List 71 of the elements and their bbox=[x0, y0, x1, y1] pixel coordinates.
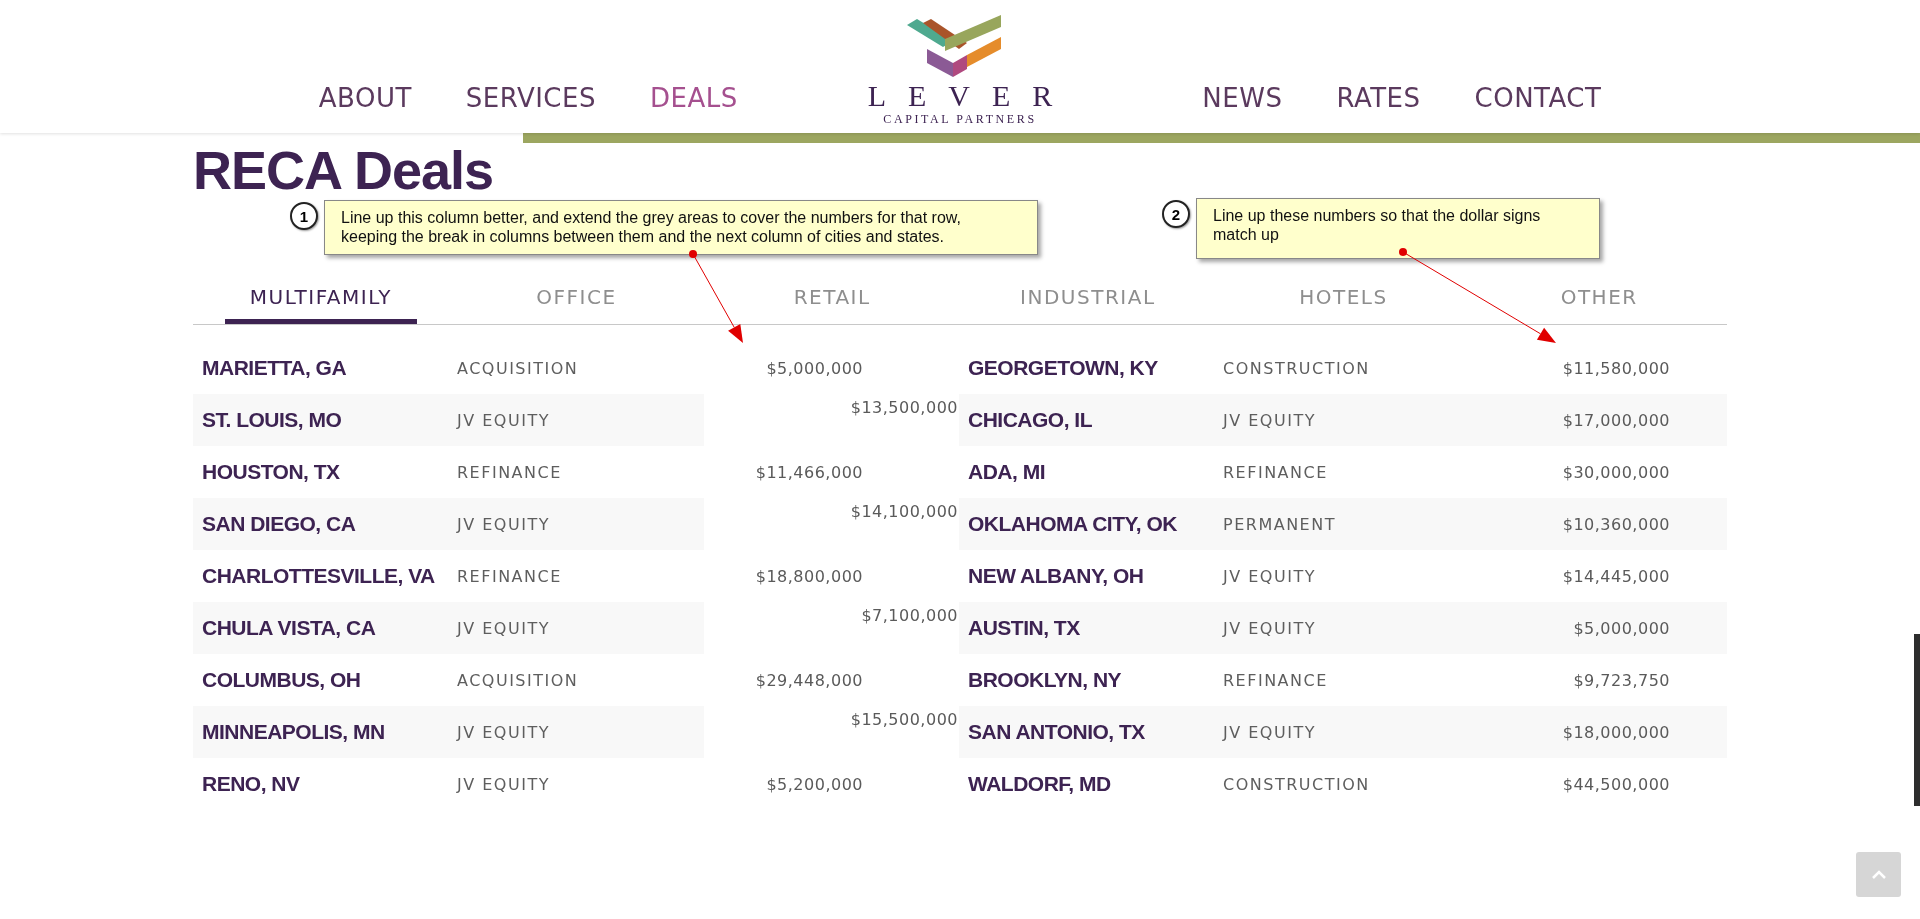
deal-type: JV EQUITY bbox=[455, 722, 551, 742]
deal-amount: $18,800,000 bbox=[755, 566, 863, 586]
deal-type: REFINANCE bbox=[456, 566, 563, 586]
deal-type: JV EQUITY bbox=[1221, 566, 1317, 586]
nav-link[interactable]: CONTACT bbox=[1474, 83, 1602, 113]
city-name: COLUMBUS, OH bbox=[201, 668, 362, 692]
deal-type: JV EQUITY bbox=[455, 618, 551, 638]
city-name: AUSTIN, TX bbox=[967, 616, 1081, 640]
deal-amount: $7,100,000 bbox=[861, 606, 958, 625]
deal-amount: $29,448,000 bbox=[755, 670, 863, 690]
nav-link[interactable]: RATES bbox=[1336, 83, 1421, 113]
city-name: MINNEAPOLIS, MN bbox=[201, 720, 386, 744]
city-name: MARIETTA, GA bbox=[201, 356, 348, 380]
annotation-number: 2 bbox=[1162, 200, 1190, 228]
deal-amount: $5,000,000 bbox=[766, 358, 863, 378]
city-name: SAN DIEGO, CA bbox=[201, 512, 357, 536]
nav-link[interactable]: SERVICES bbox=[465, 83, 596, 113]
deal-type: PERMANENT bbox=[1222, 514, 1337, 534]
deal-amount: $14,445,000 bbox=[1561, 566, 1671, 586]
scrollbar-thumb[interactable] bbox=[1914, 634, 1920, 806]
city-name: CHICAGO, IL bbox=[967, 408, 1093, 432]
logo-tagline: CAPITAL PARTNERS bbox=[883, 111, 1037, 127]
city-name: RENO, NV bbox=[201, 772, 301, 796]
city-name: ADA, MI bbox=[967, 460, 1046, 484]
deal-type: CONSTRUCTION bbox=[1222, 774, 1371, 794]
nav-link[interactable]: NEWS bbox=[1202, 83, 1283, 113]
deal-amount: $44,500,000 bbox=[1561, 774, 1671, 794]
deal-type: JV EQUITY bbox=[455, 774, 551, 794]
deal-amount: $15,500,000 bbox=[850, 710, 958, 729]
deal-amount: $10,360,000 bbox=[1561, 514, 1671, 534]
deal-amount: $9,723,750 bbox=[1572, 670, 1671, 690]
annotation-number: 1 bbox=[290, 202, 318, 230]
deal-type: REFINANCE bbox=[456, 462, 563, 482]
deal-type: REFINANCE bbox=[1222, 670, 1329, 690]
city-name: ST. LOUIS, MO bbox=[201, 408, 343, 432]
deal-type: REFINANCE bbox=[1222, 462, 1329, 482]
category-tab[interactable]: MULTIFAMILY bbox=[224, 277, 417, 324]
deal-type: JV EQUITY bbox=[455, 410, 551, 430]
city-name: HOUSTON, TX bbox=[201, 460, 341, 484]
city-name: WALDORF, MD bbox=[967, 772, 1112, 796]
city-name: OKLAHOMA CITY, OK bbox=[967, 512, 1178, 536]
annotation-note: Line up these numbers so that the dollar signs match up bbox=[1196, 198, 1600, 259]
city-name: GEORGETOWN, KY bbox=[967, 356, 1159, 380]
deal-type: JV EQUITY bbox=[1221, 618, 1317, 638]
deal-amount: $14,100,000 bbox=[850, 502, 958, 521]
city-name: NEW ALBANY, OH bbox=[967, 564, 1145, 588]
deal-type: JV EQUITY bbox=[1221, 410, 1317, 430]
deal-amount: $5,000,000 bbox=[1572, 618, 1671, 638]
page-heading: RECA Deals bbox=[193, 140, 494, 200]
deal-amount: $17,000,000 bbox=[1561, 410, 1671, 430]
city-name: CHARLOTTESVILLE, VA bbox=[201, 564, 436, 588]
deal-type: CONSTRUCTION bbox=[1222, 358, 1371, 378]
deal-type: ACQUISITION bbox=[456, 670, 580, 690]
nav-link[interactable]: DEALS bbox=[649, 83, 738, 113]
deal-type: JV EQUITY bbox=[455, 514, 551, 534]
city-name: CHULA VISTA, CA bbox=[201, 616, 377, 640]
deal-amount: $5,200,000 bbox=[766, 774, 863, 794]
city-name: SAN ANTONIO, TX bbox=[967, 720, 1146, 744]
deal-type: JV EQUITY bbox=[1221, 722, 1317, 742]
logo-wordmark: LEVER bbox=[867, 81, 1075, 111]
scroll-top-button[interactable] bbox=[1856, 852, 1901, 897]
deal-amount: $11,580,000 bbox=[1561, 358, 1671, 378]
deal-amount: $13,500,000 bbox=[850, 398, 958, 417]
annotation-note: Line up this column better, and extend the grey areas to cover the numbers for that row, keeping the break in columns between them and the next column of cities and states. bbox=[324, 200, 1038, 255]
nav-link[interactable]: ABOUT bbox=[318, 83, 412, 113]
chevron-up-icon bbox=[1870, 869, 1887, 880]
deal-amount: $18,000,000 bbox=[1561, 722, 1671, 742]
deal-amount: $30,000,000 bbox=[1561, 462, 1671, 482]
deal-amount: $11,466,000 bbox=[755, 462, 863, 482]
city-name: BROOKLYN, NY bbox=[967, 668, 1123, 692]
deal-type: ACQUISITION bbox=[456, 358, 580, 378]
